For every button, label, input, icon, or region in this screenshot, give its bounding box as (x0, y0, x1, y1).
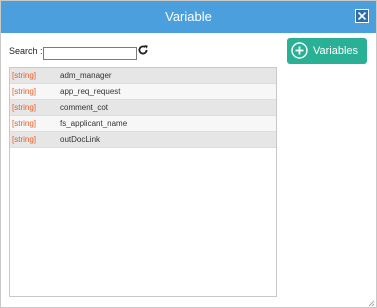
variable-row[interactable]: [string] outDocLink (10, 132, 276, 148)
variable-row[interactable]: [string] adm_manager (10, 68, 276, 84)
dialog-title: Variable (165, 9, 212, 24)
variable-name: comment_cot (60, 103, 109, 112)
variable-type: [string] (12, 71, 37, 80)
refresh-icon[interactable] (137, 44, 149, 56)
variable-row[interactable]: [string] fs_applicant_name (10, 116, 276, 132)
variable-name: fs_applicant_name (60, 119, 128, 128)
plus-circle-icon (291, 42, 308, 59)
close-button[interactable] (355, 9, 369, 23)
variable-type: [string] (12, 119, 37, 128)
dialog-titlebar: Variable (1, 1, 376, 33)
variable-type: [string] (12, 135, 37, 144)
search-label: Search : (9, 46, 43, 56)
variable-dialog: Variable Search : Variables [string] adm… (0, 0, 377, 308)
variable-row[interactable]: [string] comment_cot (10, 100, 276, 116)
variable-row[interactable]: [string] app_req_request (10, 84, 276, 100)
resize-grip-icon[interactable] (367, 299, 375, 307)
variable-type: [string] (12, 87, 37, 96)
add-variable-button[interactable]: Variables (287, 38, 367, 64)
add-variable-label: Variables (313, 45, 359, 57)
variable-list[interactable]: [string] adm_manager [string] app_req_re… (9, 67, 277, 297)
variable-name: app_req_request (60, 87, 121, 96)
search-input[interactable] (43, 47, 137, 60)
close-icon (357, 11, 367, 21)
variable-type: [string] (12, 103, 37, 112)
variable-name: adm_manager (60, 71, 112, 80)
variable-name: outDocLink (60, 135, 101, 144)
